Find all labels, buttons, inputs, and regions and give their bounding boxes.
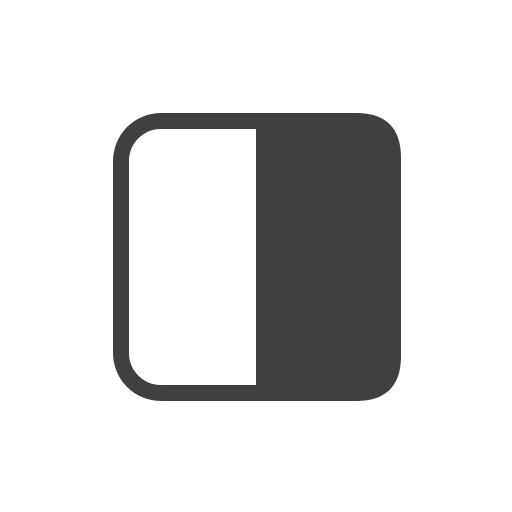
- left-half-white: [121, 121, 256, 393]
- icon-svg: [113, 113, 401, 401]
- half-filled-square-icon: [0, 0, 512, 512]
- canvas: [0, 0, 512, 512]
- right-half-filled: [256, 113, 401, 401]
